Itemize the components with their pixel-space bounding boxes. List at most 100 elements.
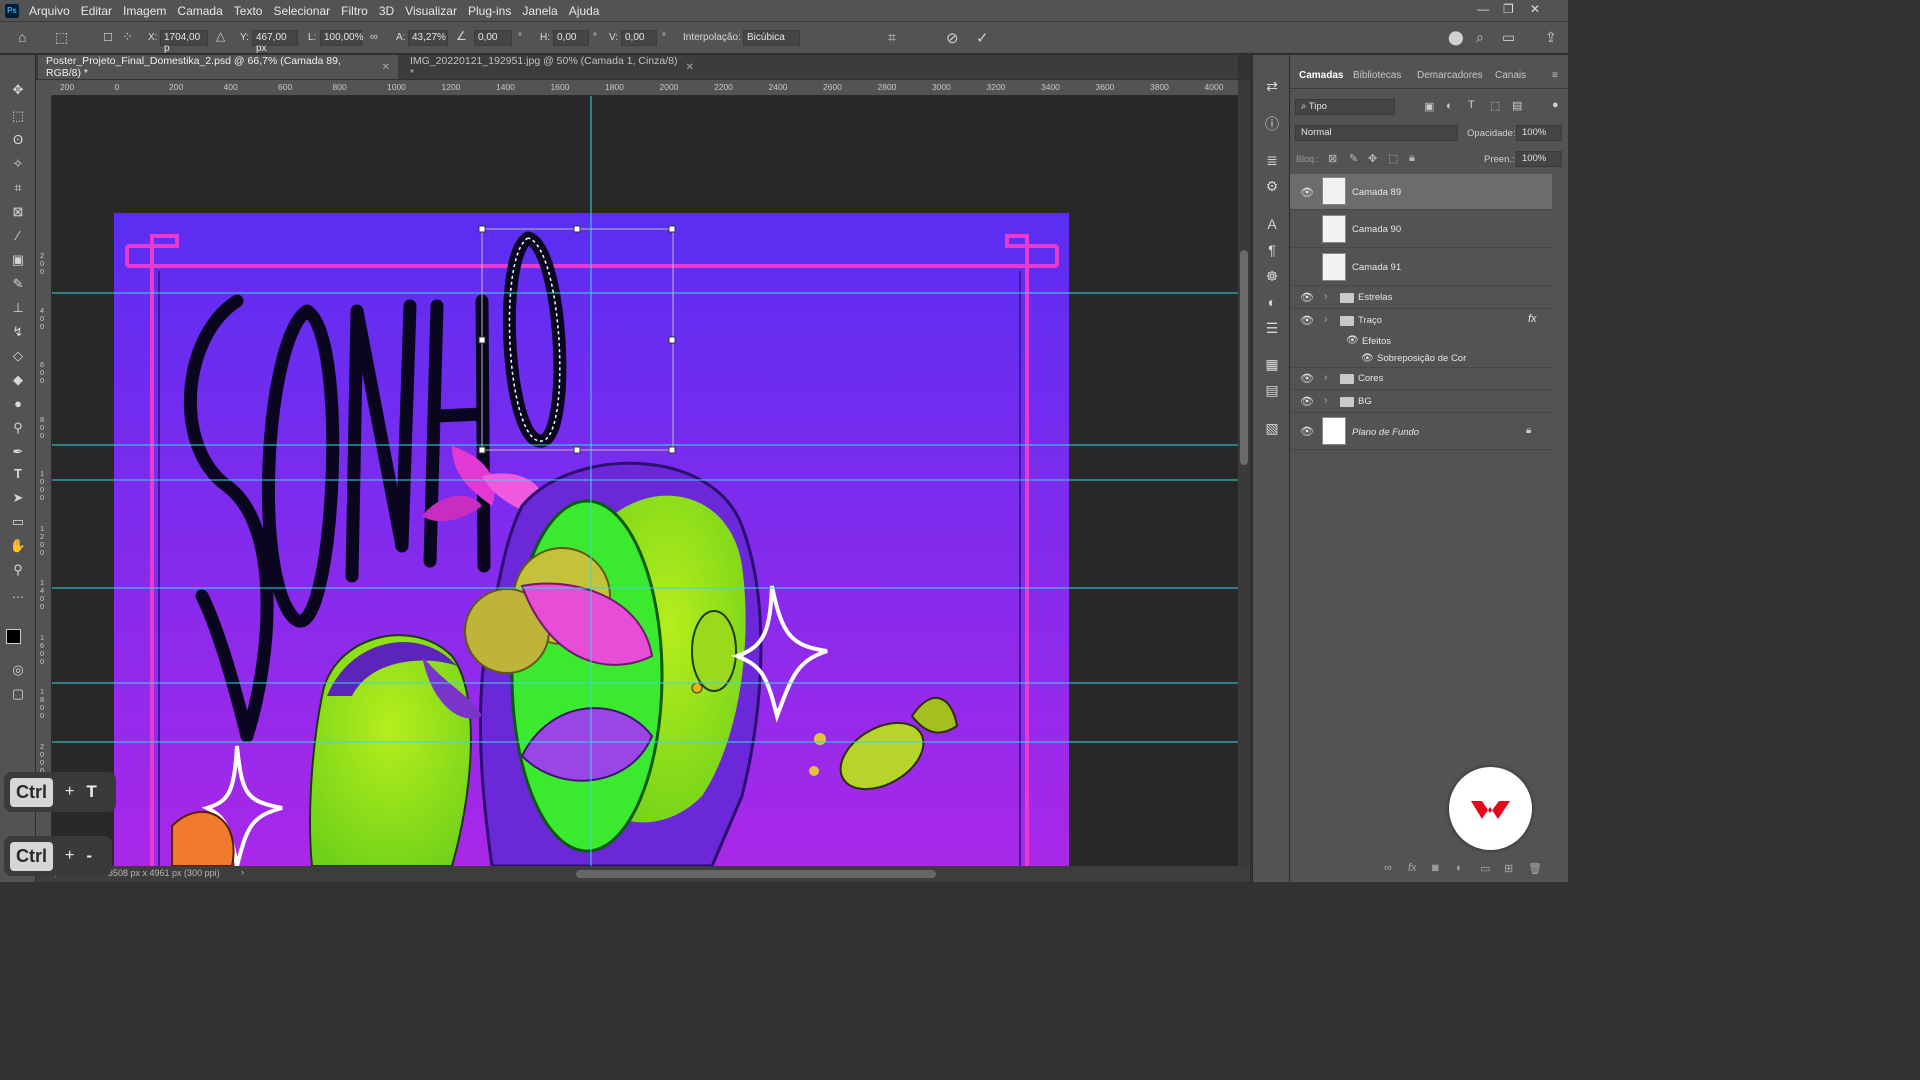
visibility-toggle[interactable]: □ [1300,263,1312,273]
new-group-icon[interactable]: ▭ [1480,862,1490,875]
tab-camadas[interactable]: Camadas [1299,70,1343,81]
fill-field[interactable]: 100% [1516,151,1562,167]
layer-filter-select[interactable]: ⌕ Tipo [1295,99,1395,115]
link-icon[interactable]: ∞ [370,31,378,43]
visibility-eye-icon[interactable]: 👁︎ [1361,353,1374,364]
height-field[interactable]: 43,27% [408,30,448,46]
new-layer-icon[interactable]: ⊞ [1504,862,1513,875]
filter-shape-icon[interactable]: ⬚ [1490,99,1500,112]
filter-smart-object-icon[interactable]: ▤ [1512,99,1522,112]
brush-panel-icon[interactable]: ≣ [1263,151,1281,169]
dodge-tool-icon[interactable]: ⚲ [8,419,28,437]
menu-editar[interactable]: Editar [81,4,112,18]
marquee-tool-icon[interactable]: ⬚ [8,107,28,125]
opacity-field[interactable]: 100% [1516,125,1562,141]
vskew-field[interactable]: 0,00 [621,30,657,46]
interpolation-select[interactable]: Bicúbica [743,30,800,46]
move-tool-icon[interactable]: ✥ [8,81,28,99]
quick-mask-icon[interactable]: ◎ [8,661,28,679]
menu-3d[interactable]: 3D [379,4,394,18]
vertical-scrollbar[interactable] [1238,80,1250,866]
reference-point-icon[interactable]: ⁘ [122,29,133,45]
link-layers-icon[interactable]: ∞ [1384,862,1392,874]
filter-toggle-icon[interactable]: ● [1552,99,1559,111]
visibility-eye-icon[interactable]: 👁︎ [1346,335,1359,346]
tab-bibliotecas[interactable]: Bibliotecas [1353,70,1401,81]
menu-camada[interactable]: Camada [177,4,222,18]
home-icon[interactable]: ⌂ [18,29,26,45]
patterns-panel-icon[interactable]: ▤ [1263,381,1281,399]
lasso-tool-icon[interactable]: ʘ [8,131,28,149]
styles-panel-icon[interactable]: ☰ [1263,319,1281,337]
commit-transform-icon[interactable]: ✓ [976,29,989,47]
properties-panel-icon[interactable]: ⚙ [1263,177,1281,195]
search-icon[interactable]: ⌕ [1476,29,1484,46]
info-panel-icon[interactable]: ⓘ [1263,115,1281,133]
filter-adjustment-icon[interactable]: ◐ [1446,100,1453,112]
delete-layer-icon[interactable]: 🗑︎ [1528,862,1542,875]
share-icon[interactable]: ⬤ [1448,29,1464,46]
layer-group-row[interactable]: 👁︎ › BG [1290,391,1552,413]
menu-texto[interactable]: Texto [234,4,263,18]
menu-filtro[interactable]: Filtro [341,4,368,18]
crop-tool-icon[interactable]: ⌗ [8,179,28,197]
share-export-icon[interactable]: ⇪ [1545,29,1557,46]
restore-icon[interactable]: ❐ [1503,2,1514,16]
transform-tool-icon[interactable]: ⬚ [55,29,68,46]
tab-canais[interactable]: Canais [1495,70,1526,81]
warp-icon[interactable]: ⌗ [888,29,896,46]
close-window-icon[interactable]: ✕ [1530,2,1540,16]
layer-row[interactable]: □ Camada 90 [1290,211,1552,248]
gradients-panel-icon[interactable]: ▧ [1263,419,1281,437]
layer-group-row[interactable]: 👁︎ › Traço fx [1290,310,1552,332]
visibility-eye-icon[interactable]: 👁︎ [1300,374,1314,385]
menu-arquivo[interactable]: Arquivo [29,4,70,18]
frame-tool-icon[interactable]: ⊠ [8,203,28,221]
swatches-panel-icon[interactable]: ▦ [1263,355,1281,373]
eyedropper-icon[interactable]: ⁄ [8,227,28,245]
more-tools-icon[interactable]: … [8,585,28,603]
scrollbar-thumb[interactable] [1240,250,1248,465]
tab-image[interactable]: IMG_20220121_192951.jpg @ 50% (Camada 1,… [402,55,702,79]
relative-position-icon[interactable]: △ [216,29,225,43]
character-panel-icon[interactable]: A [1263,215,1281,233]
menu-imagem[interactable]: Imagem [123,4,166,18]
menu-plugins[interactable]: Plug-ins [468,4,511,18]
expand-chevron-icon[interactable]: › [1324,291,1327,302]
adjustments-panel-icon[interactable]: ◐ [1263,293,1281,311]
workspace-icon[interactable]: ▭ [1502,29,1515,46]
cancel-transform-icon[interactable]: ⊘ [946,29,959,47]
expand-chevron-icon[interactable]: › [1324,372,1327,383]
lock-transparent-icon[interactable]: ⊠ [1328,152,1337,165]
blend-mode-select[interactable]: Normal [1295,125,1458,141]
status-arrow-icon[interactable]: › [241,867,244,877]
reference-point-checkbox[interactable]: ☐ [103,31,113,44]
visibility-eye-icon[interactable]: 👁︎ [1300,316,1314,327]
stamp-tool-icon[interactable]: ⊥ [8,299,28,317]
tab-demarcadores[interactable]: Demarcadores [1417,70,1483,81]
layer-row[interactable]: 👁︎ Camada 89 [1290,174,1552,210]
menu-visualizar[interactable]: Visualizar [405,4,457,18]
healing-brush-icon[interactable]: ▣ [8,251,28,269]
close-tab-icon[interactable]: ✕ [686,62,694,73]
effects-row[interactable]: 👁︎ Efeitos [1290,333,1552,350]
menu-ajuda[interactable]: Ajuda [569,4,600,18]
visibility-eye-icon[interactable]: 👁︎ [1300,293,1314,304]
paint-bucket-icon[interactable]: ◆ [8,371,28,389]
lock-artboard-icon[interactable]: ⬚ [1388,152,1398,165]
eraser-tool-icon[interactable]: ◇ [8,347,28,365]
layer-group-row[interactable]: 👁︎ › Cores [1290,368,1552,390]
zoom-tool-icon[interactable]: ⚲ [8,561,28,579]
minimize-icon[interactable]: — [1477,2,1489,16]
close-tab-icon[interactable]: ✕ [382,62,390,73]
paragraph-panel-icon[interactable]: ¶ [1263,241,1281,259]
hskew-field[interactable]: 0,00 [553,30,589,46]
rotate-field[interactable]: 0,00 [474,30,512,46]
lock-position-icon[interactable]: ✥ [1368,152,1377,165]
path-selection-icon[interactable]: ➤ [8,489,28,507]
history-brush-icon[interactable]: ↯ [8,323,28,341]
type-tool-icon[interactable]: T [8,465,28,483]
magic-wand-icon[interactable]: ✧ [8,155,28,173]
expand-chevron-icon[interactable]: › [1324,314,1327,325]
lock-all-icon[interactable]: 🔒︎ [1409,152,1415,165]
